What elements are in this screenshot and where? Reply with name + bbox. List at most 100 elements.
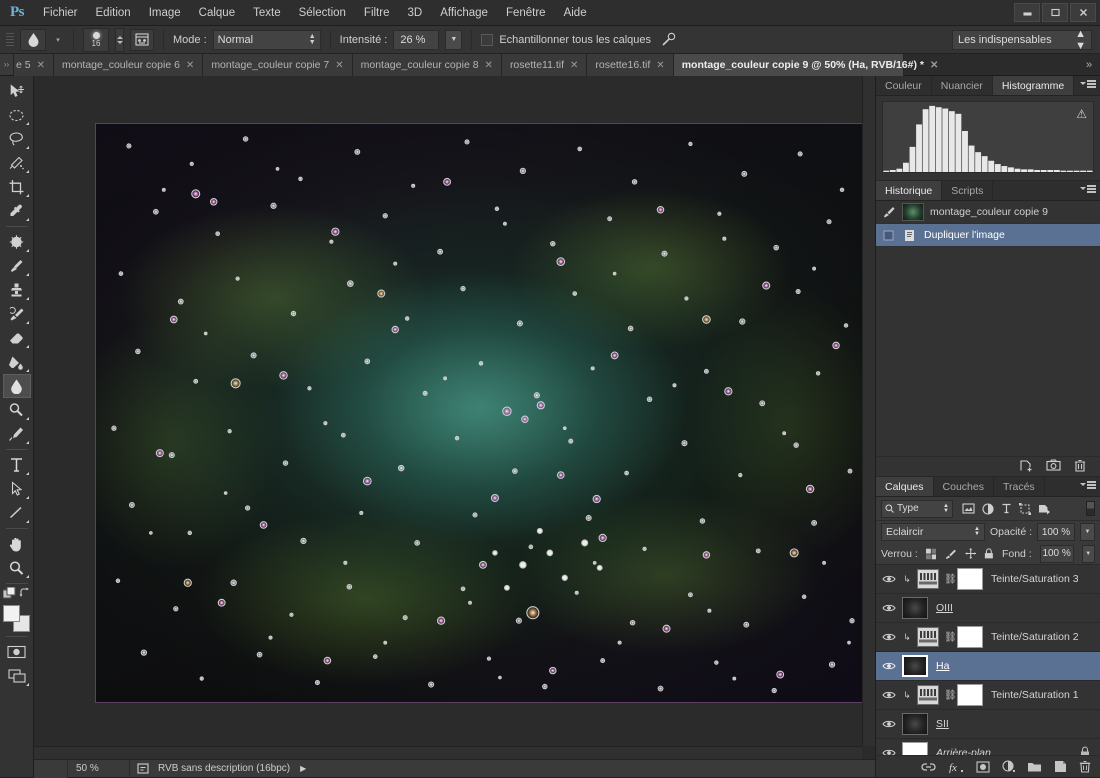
lock-image-icon[interactable]: [944, 548, 957, 560]
layer-image-thumbnail[interactable]: [902, 655, 928, 677]
layer-filter-toggle[interactable]: [1086, 501, 1095, 516]
quick-selection-tool[interactable]: [3, 151, 31, 175]
tool-preset-caret-icon[interactable]: ▾: [52, 36, 64, 44]
maximize-button[interactable]: [1042, 3, 1068, 22]
tab-nuancier[interactable]: Nuancier: [931, 76, 993, 95]
tab-close-icon[interactable]: ✕: [930, 60, 938, 71]
tab-scripts[interactable]: Scripts: [942, 181, 994, 200]
adjustment-filter-icon[interactable]: [982, 502, 994, 515]
blur-tool[interactable]: [2, 374, 31, 398]
layer-row-oiii[interactable]: OIII: [876, 594, 1100, 623]
spot-healing-tool[interactable]: [3, 230, 31, 254]
layer-visibility-toggle[interactable]: [880, 719, 897, 729]
color-panel-menu-button[interactable]: [1080, 80, 1096, 88]
adjustment-layer-thumbnail[interactable]: [917, 627, 939, 647]
zoom-level-field[interactable]: 50 %: [68, 759, 130, 778]
opacity-value[interactable]: 100 %: [1037, 523, 1075, 541]
mask-link-icon[interactable]: ⛓: [944, 574, 957, 585]
move-tool[interactable]: [3, 79, 31, 103]
menu-3d[interactable]: 3D: [398, 0, 431, 26]
layer-row-ha-selected[interactable]: Ha: [876, 652, 1100, 681]
document-tab-0[interactable]: e 5 ✕: [14, 54, 54, 76]
lock-position-icon[interactable]: [965, 547, 976, 560]
sample-all-layers-checkbox[interactable]: [481, 33, 494, 46]
strength-value[interactable]: 26 %: [393, 29, 440, 50]
layer-mask-thumbnail[interactable]: [957, 626, 983, 648]
mask-link-icon[interactable]: ⛓: [944, 632, 957, 643]
type-filter-icon[interactable]: [1001, 503, 1012, 514]
tab-couleur[interactable]: Couleur: [876, 76, 932, 95]
document-tab-6-active[interactable]: montage_couleur copie 9 @ 50% (Ha, RVB/1…: [673, 54, 938, 76]
menu-filtre[interactable]: Filtre: [355, 0, 399, 26]
proof-setup-icon[interactable]: [130, 763, 156, 774]
tab-close-icon[interactable]: ✕: [37, 60, 45, 71]
dodge-tool[interactable]: [3, 398, 31, 422]
menu-affichage[interactable]: Affichage: [431, 0, 497, 26]
menu-selection[interactable]: Sélection: [290, 0, 355, 26]
canvas-horizontal-scrollbar[interactable]: [34, 746, 862, 759]
clone-stamp-tool[interactable]: [3, 278, 31, 302]
menu-fenetre[interactable]: Fenêtre: [497, 0, 555, 26]
tab-close-icon[interactable]: ✕: [335, 60, 343, 71]
gradient-tool[interactable]: [3, 350, 31, 374]
layer-image-thumbnail[interactable]: [902, 597, 928, 619]
document-tab-4[interactable]: rosette11.tif ✕: [501, 54, 588, 76]
status-menu-arrow-icon[interactable]: ▶: [300, 764, 306, 773]
layer-visibility-toggle[interactable]: [880, 603, 897, 613]
layer-mask-thumbnail[interactable]: [957, 568, 983, 590]
lasso-tool[interactable]: [3, 127, 31, 151]
options-bar-grip[interactable]: [6, 29, 14, 51]
layer-row-teinte-saturation-2[interactable]: ↳ ⛓ Teinte/Saturation 2: [876, 623, 1100, 652]
layer-visibility-toggle[interactable]: [880, 632, 897, 642]
minimize-button[interactable]: [1014, 3, 1040, 22]
quick-mask-button[interactable]: [3, 640, 31, 664]
history-brush-source-icon[interactable]: [880, 206, 896, 218]
layer-visibility-toggle[interactable]: [880, 661, 897, 671]
screen-mode-button[interactable]: [3, 664, 31, 688]
eraser-tool[interactable]: [3, 326, 31, 350]
lock-transparency-icon[interactable]: [925, 548, 937, 560]
new-document-from-state-button[interactable]: [1019, 459, 1033, 475]
tab-close-icon[interactable]: ✕: [570, 60, 578, 71]
new-adjustment-button[interactable]: [1002, 760, 1015, 773]
path-selection-tool[interactable]: [3, 477, 31, 501]
hand-tool[interactable]: [3, 532, 31, 556]
layer-visibility-toggle[interactable]: [880, 748, 897, 755]
layer-image-thumbnail[interactable]: [902, 742, 928, 755]
new-group-button[interactable]: [1027, 761, 1042, 773]
add-mask-button[interactable]: [976, 760, 990, 773]
document-tab-1[interactable]: montage_couleur copie 6 ✕: [54, 54, 204, 76]
menu-edition[interactable]: Edition: [87, 0, 140, 26]
tab-histogramme[interactable]: Histogramme: [992, 76, 1075, 95]
layer-row-arriere-plan[interactable]: Arrière-plan: [876, 739, 1100, 755]
image-canvas[interactable]: [95, 123, 868, 703]
airbrush-toggle-button[interactable]: [657, 29, 681, 51]
tab-couches[interactable]: Couches: [933, 477, 994, 496]
marquee-tool[interactable]: [3, 103, 31, 127]
new-snapshot-button[interactable]: [1046, 459, 1061, 474]
brush-tool[interactable]: [3, 254, 31, 278]
type-tool[interactable]: [3, 453, 31, 477]
brush-size-stepper[interactable]: [115, 27, 124, 52]
crop-tool[interactable]: [3, 175, 31, 199]
layer-mask-thumbnail[interactable]: [957, 684, 983, 706]
pen-tool[interactable]: [3, 422, 31, 446]
blend-mode-select[interactable]: Eclaircir ▲ ▼: [881, 523, 985, 541]
tab-overflow-button[interactable]: »: [1078, 54, 1100, 75]
current-tool-preview[interactable]: [20, 28, 46, 51]
tab-calques[interactable]: Calques: [876, 477, 934, 496]
line-tool[interactable]: [3, 501, 31, 525]
layer-row-teinte-saturation-1[interactable]: ↳ ⛓ Teinte/Saturation 1: [876, 681, 1100, 710]
close-button[interactable]: [1070, 3, 1096, 22]
link-layers-button[interactable]: [921, 762, 936, 772]
adjustment-layer-thumbnail[interactable]: [917, 685, 939, 705]
default-colors-icon[interactable]: [2, 587, 16, 600]
mode-select[interactable]: Normal ▲ ▼: [212, 29, 321, 50]
swap-colors-icon[interactable]: [19, 587, 31, 599]
layer-row-teinte-saturation-3[interactable]: ↳ ⛓ Teinte/Saturation 3: [876, 565, 1100, 594]
histogram-graph[interactable]: ⚠: [882, 101, 1094, 173]
layer-image-thumbnail[interactable]: [902, 713, 928, 735]
new-layer-button[interactable]: [1054, 760, 1067, 773]
layers-panel-menu-button[interactable]: [1080, 481, 1096, 489]
zoom-tool[interactable]: [3, 556, 31, 580]
